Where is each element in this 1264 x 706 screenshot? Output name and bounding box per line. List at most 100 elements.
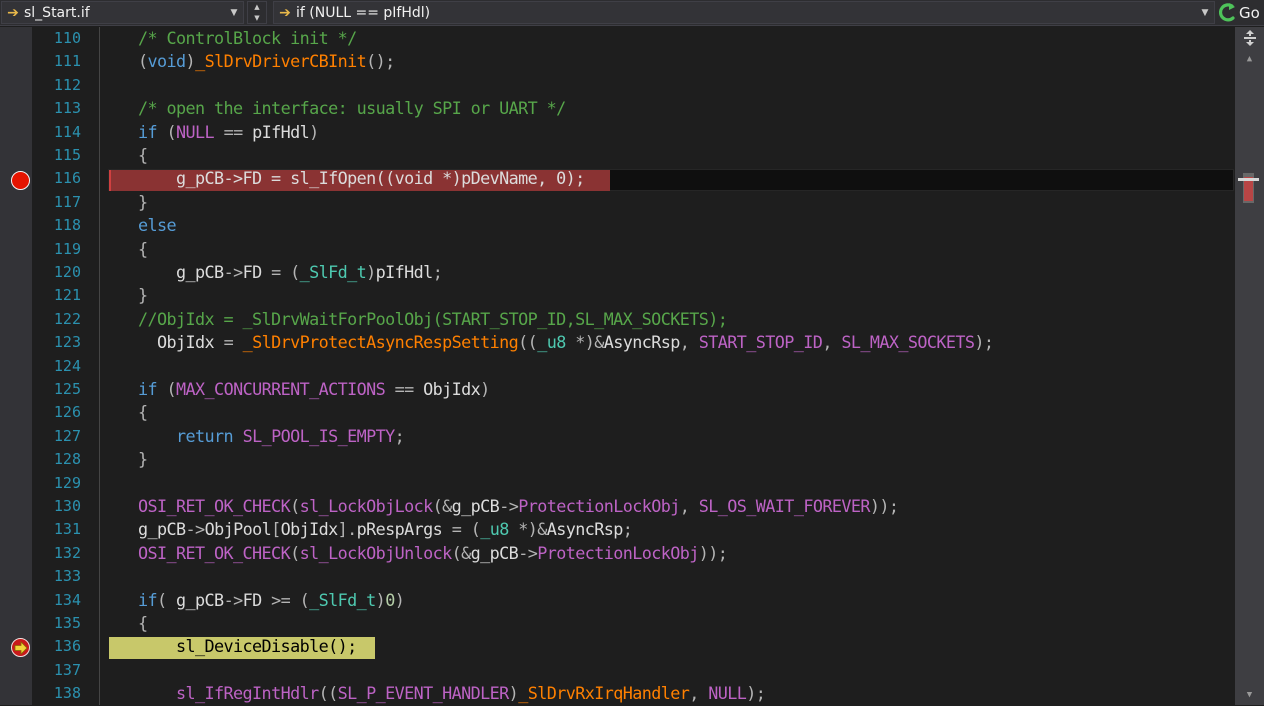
code-token: ObjIdx xyxy=(423,379,481,399)
code-token: (); xyxy=(366,51,395,72)
scope-navigation-spinner[interactable]: ▲ ▼ xyxy=(247,1,267,24)
file-scope-dropdown[interactable]: ➔ sl_Start.if ▼ xyxy=(1,1,244,24)
code-token: _SlFd_t xyxy=(299,262,367,282)
code-line[interactable]: if( g_pCB->FD >= (_SlFd_t)0) xyxy=(100,589,405,612)
code-line[interactable]: OSI_RET_OK_CHECK(sl_LockObjLock(&g_pCB->… xyxy=(100,495,899,518)
code-token: ) xyxy=(508,683,519,704)
code-token: ( xyxy=(157,379,177,399)
line-number: 136 xyxy=(53,637,81,656)
line-numbers: 110 111 112 113 114 115 116 117 118 119 120 121 122 1… xyxy=(32,27,100,705)
line-number: 117 xyxy=(53,192,81,211)
code-line[interactable]: { xyxy=(100,238,148,261)
code-token: g_pCB xyxy=(176,262,224,282)
line-number: 110 xyxy=(53,29,81,47)
code-token: return xyxy=(176,425,234,446)
line-number: 134 xyxy=(53,590,81,609)
code-line[interactable]: /* ControlBlock init */ xyxy=(100,27,357,50)
code-line[interactable]: /* open the interface: usually SPI or UA… xyxy=(100,97,566,120)
code-token: )); xyxy=(698,542,728,563)
line-number: 114 xyxy=(53,122,81,141)
code-token: g_pCB xyxy=(451,496,500,516)
code-token: SL_POOL_IS_EMPTY xyxy=(242,425,396,446)
code-token: { xyxy=(138,402,148,423)
go-icon xyxy=(1219,2,1237,23)
code-token: ( xyxy=(138,51,148,72)
arrow-right-icon: ➔ xyxy=(279,4,291,21)
line-number: 123 xyxy=(53,333,81,352)
code-token: AsyncRsp xyxy=(603,332,681,353)
code-editor[interactable]: 110 111 112 113 114 115 116 117 118 119 120 121 122 1… xyxy=(0,27,1264,705)
code-line[interactable]: if (NULL == pIfHdl) xyxy=(100,121,319,144)
breakpoint-margin[interactable] xyxy=(0,27,32,705)
code-line[interactable]: else xyxy=(100,214,177,237)
code-token: _u8 xyxy=(537,332,566,353)
code-token: sl_LockObjLock xyxy=(299,496,434,516)
line-number: 113 xyxy=(53,99,81,118)
scroll-down-button[interactable]: ▼ xyxy=(1235,687,1264,703)
code-token: } xyxy=(138,449,148,470)
code-token: /* ControlBlock init */ xyxy=(138,28,357,48)
code-line[interactable]: { xyxy=(100,612,148,635)
breakpoint-icon[interactable] xyxy=(11,171,30,190)
chevron-up-icon[interactable]: ▲ xyxy=(248,2,266,13)
code-line[interactable]: //ObjIdx = _SlDrvWaitForPoolObj(START_ST… xyxy=(100,308,728,331)
code-line[interactable]: return SL_POOL_IS_EMPTY; xyxy=(100,425,405,448)
scroll-up-button[interactable]: ▲ xyxy=(1235,51,1264,67)
code-token: ProtectionLockObj xyxy=(537,542,699,563)
line-number: 128 xyxy=(53,450,81,469)
code-token: = xyxy=(214,332,243,353)
code-line[interactable]: g_pCB->FD = sl_IfOpen((void *)pDevName, … xyxy=(100,167,585,190)
code-token: ) xyxy=(394,589,405,610)
vertical-scrollbar[interactable]: ▲ ▼ xyxy=(1235,27,1264,705)
chevron-down-icon[interactable]: ▼ xyxy=(248,13,266,24)
line-number: 129 xyxy=(53,473,81,492)
code-token: else xyxy=(138,215,177,236)
code-token: AsyncRsp xyxy=(546,519,624,540)
code-token: NULL xyxy=(176,121,215,142)
code-token: SL_MAX_SOCKETS xyxy=(841,332,975,353)
code-area[interactable]: /* ControlBlock init */ (void)_SlDrvDriv… xyxy=(100,27,1235,705)
code-line[interactable]: g_pCB->FD = (_SlFd_t)pIfHdl; xyxy=(100,261,443,284)
code-line[interactable]: } xyxy=(100,191,148,214)
split-view-icon[interactable] xyxy=(1235,27,1264,49)
code-token: ); xyxy=(974,332,994,353)
code-line[interactable]: { xyxy=(100,401,148,424)
code-token: if xyxy=(138,589,158,610)
code-line[interactable]: g_pCB->ObjPool[ObjIdx].pRespArgs = (_u8 … xyxy=(100,518,633,541)
line-number: 119 xyxy=(53,239,81,258)
code-token: ) xyxy=(366,262,376,282)
code-token: pIfHdl xyxy=(252,121,310,142)
breakpoint-current-statement-icon[interactable] xyxy=(11,638,30,657)
member-scope-dropdown[interactable]: ➔ if (NULL == pIfHdl) ▼ xyxy=(273,1,1215,24)
code-token: ; xyxy=(394,425,405,446)
code-token: FD xyxy=(242,589,263,610)
code-token: 0 xyxy=(385,589,395,610)
code-token: _SlDrvDriverCBInit xyxy=(195,51,367,72)
code-token: { xyxy=(138,613,148,633)
code-line[interactable]: } xyxy=(100,448,148,471)
code-token: = ( xyxy=(261,262,300,282)
code-line[interactable]: ObjIdx = _SlDrvProtectAsyncRespSetting((… xyxy=(100,331,994,354)
code-token: -> xyxy=(518,542,538,563)
code-token: } xyxy=(138,191,148,212)
code-line[interactable]: sl_IfRegIntHdlr((SL_P_EVENT_HANDLER)_SlD… xyxy=(100,682,766,705)
code-token: OSI_RET_OK_CHECK xyxy=(138,542,291,563)
code-line[interactable]: if (MAX_CONCURRENT_ACTIONS == ObjIdx) xyxy=(100,378,490,401)
code-line[interactable]: (void)_SlDrvDriverCBInit(); xyxy=(100,50,395,73)
code-line[interactable]: } xyxy=(100,284,148,307)
line-number: 137 xyxy=(53,660,81,679)
go-button[interactable]: Go xyxy=(1219,1,1263,24)
line-number: 126 xyxy=(53,403,81,422)
code-line[interactable]: sl_DeviceDisable(); xyxy=(100,635,357,658)
code-line[interactable]: OSI_RET_OK_CHECK(sl_LockObjUnlock(&g_pCB… xyxy=(100,542,728,565)
code-line[interactable]: { xyxy=(100,144,148,167)
code-token: if xyxy=(138,379,158,399)
